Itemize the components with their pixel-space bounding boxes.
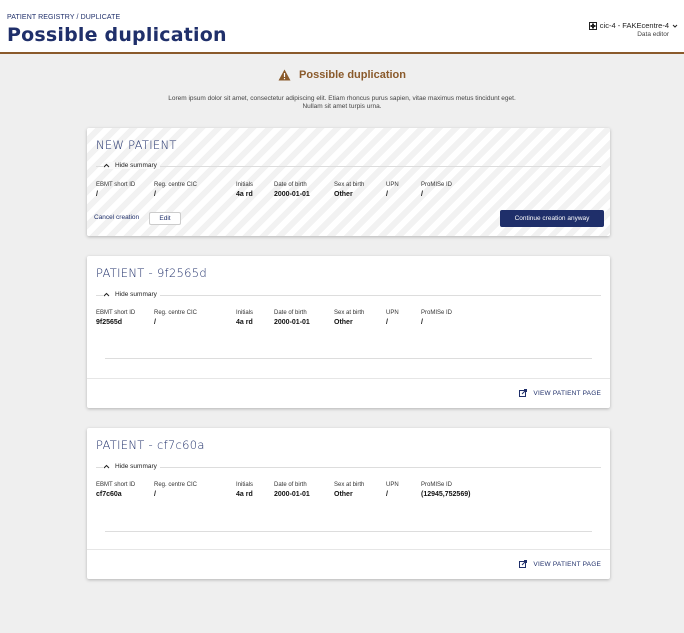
user-centre: cic-4 - FAKEcentre-4 — [599, 21, 669, 30]
hide-summary-label: Hide summary — [115, 162, 157, 169]
edit-button[interactable]: Edit — [149, 212, 181, 225]
card-title: NEW PATIENT — [96, 138, 177, 152]
breadcrumb: PATIENT REGISTRY / DUPLICATE — [7, 14, 120, 21]
label-regcic: Reg. centre CIC — [154, 482, 198, 488]
user-menu[interactable]: cic-4 - FAKEcentre-4 Data editor — [588, 21, 678, 39]
value-dob: 2000-01-01 — [274, 319, 310, 326]
view-patient-link[interactable]: VIEW PATIENT PAGE — [519, 560, 601, 568]
label-dob: Date of birth — [274, 182, 307, 188]
label-upn: UPN — [386, 482, 399, 488]
value-promise: (12945,752569) — [421, 491, 471, 498]
hospital-icon — [588, 21, 597, 30]
label-regcic: Reg. centre CIC — [154, 310, 198, 316]
value-promise: / — [421, 191, 423, 198]
value-ebmt: / — [96, 191, 98, 198]
value-sex: Other — [334, 319, 353, 326]
value-initials: 4a rd — [236, 319, 253, 326]
label-regcic: Reg. centre CIC — [154, 182, 198, 188]
summary-divider — [96, 295, 601, 296]
page-title: Possible duplication — [7, 24, 227, 46]
patient-card: PATIENT - cf7c60a Hide summary EBMT shor… — [87, 428, 610, 579]
breadcrumb-duplicate: DUPLICATE — [80, 14, 121, 21]
value-ebmt: cf7c60a — [96, 491, 122, 498]
label-promise: ProMISe ID — [421, 310, 453, 316]
label-dob: Date of birth — [274, 310, 307, 316]
value-initials: 4a rd — [236, 191, 253, 198]
label-initials: Initials — [236, 482, 254, 488]
value-ebmt: 9f2565d — [96, 319, 123, 326]
view-patient-link[interactable]: VIEW PATIENT PAGE — [519, 389, 601, 397]
view-patient-label: VIEW PATIENT PAGE — [533, 389, 601, 397]
open-external-icon — [519, 560, 528, 568]
value-dob: 2000-01-01 — [274, 491, 310, 498]
label-initials: Initials — [236, 182, 254, 188]
content-divider — [105, 531, 592, 532]
label-sex: Sex at birth — [334, 182, 365, 188]
chevron-down-icon — [672, 24, 678, 28]
summary-fields: EBMT short ID / Reg. centre CIC / Initials… — [96, 182, 501, 198]
cancel-creation-button[interactable]: Cancel creation — [94, 214, 139, 221]
value-sex: Other — [334, 191, 353, 198]
continue-creation-button[interactable]: Continue creation anyway — [500, 210, 604, 227]
value-upn: / — [386, 491, 388, 498]
label-dob: Date of birth — [274, 482, 307, 488]
value-upn: / — [386, 191, 388, 198]
label-initials: Initials — [236, 310, 254, 316]
label-promise: ProMISe ID — [421, 182, 453, 188]
breadcrumb-separator: / — [76, 14, 79, 21]
duplication-warning: Possible duplication Lorem ipsum dolor s… — [0, 68, 684, 111]
value-upn: / — [386, 319, 388, 326]
content-divider — [105, 358, 592, 359]
card-title: PATIENT - cf7c60a — [96, 438, 205, 452]
label-upn: UPN — [386, 182, 399, 188]
chevron-up-icon — [103, 464, 110, 469]
breadcrumb-patient-registry[interactable]: PATIENT REGISTRY — [7, 14, 74, 21]
summary-fields: EBMT short ID cf7c60a Reg. centre CIC / In… — [96, 482, 501, 498]
patient-card: PATIENT - 9f2565d Hide summary EBMT shor… — [87, 256, 610, 408]
hide-summary-label: Hide summary — [115, 463, 157, 470]
label-sex: Sex at birth — [334, 482, 365, 488]
label-sex: Sex at birth — [334, 310, 365, 316]
open-external-icon — [519, 389, 528, 397]
view-patient-label: VIEW PATIENT PAGE — [533, 560, 601, 568]
footer-divider — [87, 378, 610, 379]
summary-divider — [96, 166, 601, 167]
chevron-up-icon — [103, 292, 110, 297]
label-ebmt: EBMT short ID — [96, 482, 136, 488]
label-ebmt: EBMT short ID — [96, 310, 136, 316]
footer-divider — [87, 549, 610, 550]
value-dob: 2000-01-01 — [274, 191, 310, 198]
value-regcic: / — [154, 491, 156, 498]
chevron-up-icon — [103, 163, 110, 168]
card-title: PATIENT - 9f2565d — [96, 266, 207, 280]
label-upn: UPN — [386, 310, 399, 316]
hide-summary-label: Hide summary — [115, 291, 157, 298]
new-patient-card: NEW PATIENT Hide summary EBMT short ID / … — [87, 128, 610, 236]
summary-divider — [96, 467, 601, 468]
value-sex: Other — [334, 491, 353, 498]
label-ebmt: EBMT short ID — [96, 182, 136, 188]
value-promise: / — [421, 319, 423, 326]
value-regcic: / — [154, 191, 156, 198]
hide-summary-toggle[interactable]: Hide summary — [103, 162, 160, 169]
page-header: PATIENT REGISTRY / DUPLICATE Possible du… — [0, 0, 684, 54]
hide-summary-toggle[interactable]: Hide summary — [103, 291, 160, 298]
warning-icon — [278, 69, 291, 81]
label-promise: ProMISe ID — [421, 482, 453, 488]
warning-title: Possible duplication — [299, 69, 406, 81]
value-regcic: / — [154, 319, 156, 326]
value-initials: 4a rd — [236, 491, 253, 498]
hide-summary-toggle[interactable]: Hide summary — [103, 463, 160, 470]
warning-text: Lorem ipsum dolor sit amet, consectetur … — [168, 95, 516, 110]
summary-fields: EBMT short ID 9f2565d Reg. centre CIC / In… — [96, 310, 501, 326]
user-role: Data editor — [637, 31, 669, 38]
